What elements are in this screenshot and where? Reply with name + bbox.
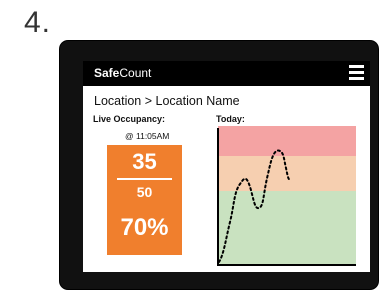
zone-high — [218, 126, 356, 156]
today-occupancy-chart — [217, 126, 356, 266]
occupancy-percent: 70% — [120, 214, 169, 241]
breadcrumb[interactable]: Location > Location Name — [94, 94, 240, 108]
zone-low — [218, 191, 356, 265]
app-header: SafeCount — [83, 61, 370, 86]
fraction-divider — [117, 178, 172, 180]
occupancy-timestamp: @ 11:05AM — [125, 131, 170, 141]
live-occupancy-heading: Live Occupancy: — [93, 114, 166, 124]
current-occupancy: 35 — [132, 149, 157, 174]
max-occupancy: 50 — [136, 184, 153, 200]
app-screen: SafeCount Location > Location Name Live … — [83, 61, 370, 272]
occupancy-card: 35 50 70% — [107, 145, 182, 255]
app-title-rest: Count — [119, 66, 152, 80]
hamburger-menu-icon[interactable] — [349, 65, 364, 81]
app-title: SafeCount — [94, 66, 151, 80]
today-heading: Today: — [216, 114, 245, 124]
app-title-bold: Safe — [94, 66, 120, 80]
step-number: 4. — [24, 6, 52, 39]
